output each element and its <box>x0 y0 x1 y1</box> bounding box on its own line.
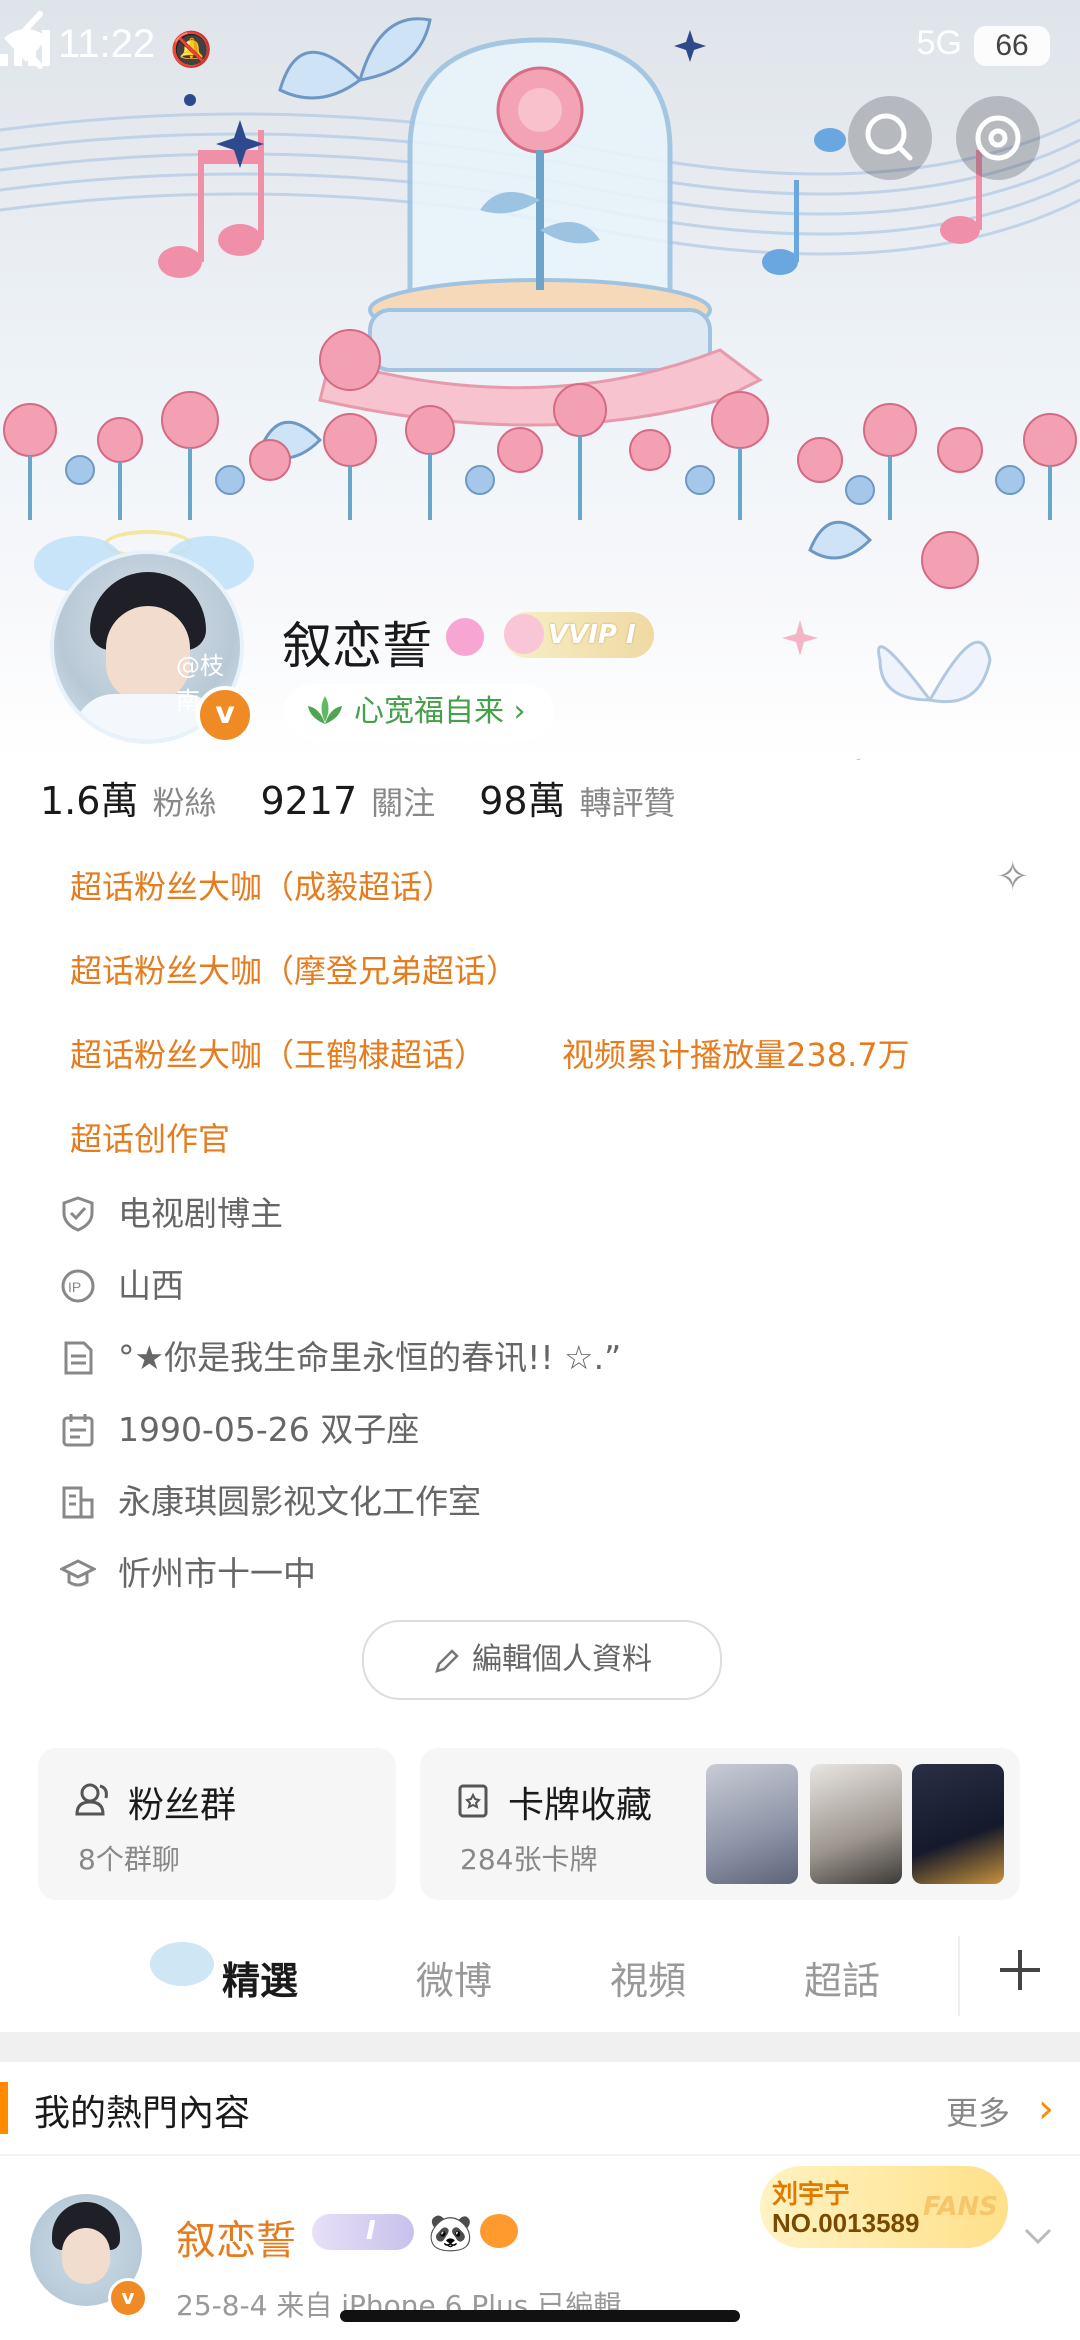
document-icon <box>64 1341 93 1375</box>
tab-divider <box>958 1936 960 2016</box>
pin-icon[interactable] <box>446 618 484 656</box>
ip-icon: IP <box>61 1269 95 1303</box>
search-button[interactable] <box>848 96 932 180</box>
status-time: 11:22 <box>58 22 156 66</box>
tag-modern-brothers-superfan[interactable]: 超话粉丝大咖（摩登兄弟超话） <box>70 946 518 992</box>
tag-wanghedi-superfan[interactable]: 超话粉丝大咖（王鹤棣超话） <box>70 1030 486 1076</box>
tab-featured[interactable]: 精選 <box>222 1950 298 2005</box>
following-stat[interactable]: 9217 關注 <box>260 779 479 823</box>
username: 叙恋誓 <box>282 617 432 675</box>
fan-card-number: NO.0013589 <box>772 2208 920 2238</box>
vip-badge[interactable]: VVIP I <box>504 612 654 658</box>
home-indicator[interactable] <box>340 2310 740 2322</box>
hot-content-title: 我的熱門內容 <box>34 2093 251 2134</box>
followers-stat[interactable]: 1.6萬 粉絲 <box>40 779 260 823</box>
group-icon <box>75 1783 108 1816</box>
pig-icon <box>504 614 544 654</box>
card-collection-title: 卡牌收藏 <box>508 1785 653 1826</box>
chevron-down-icon[interactable] <box>1018 2216 1058 2256</box>
tab-video[interactable]: 視頻 <box>610 1950 686 2005</box>
panda-icon: 🐼 <box>428 2213 473 2254</box>
interactions-count: 98萬 <box>479 779 566 823</box>
settings-button[interactable] <box>956 96 1040 180</box>
hot-content-header: 我的熱門內容 更多 › <box>0 2062 1080 2156</box>
fan-card-name: 刘宇宁 <box>772 2180 851 2210</box>
tag-superchat-creator[interactable]: 超话创作官 <box>70 1114 230 1160</box>
tag-chengyi-superfan[interactable]: 超话粉丝大咖（成毅超话） <box>70 862 454 908</box>
verified-badge-icon: v <box>108 2278 148 2318</box>
vip-badge-label: VVIP I <box>548 620 636 650</box>
chevron-right-icon: › <box>504 694 526 729</box>
fan-group-card[interactable]: 粉丝群 8个群聊 <box>38 1748 396 1900</box>
followers-count: 1.6萬 <box>40 779 139 823</box>
edit-profile-label: 編輯個人資料 <box>472 1642 652 1677</box>
fan-card-label: FANS <box>922 2192 998 2222</box>
tab-supertopic[interactable]: 超話 <box>804 1950 880 2005</box>
info-category-text: 电视剧博主 <box>118 1194 283 1233</box>
fan-group-title: 粉丝群 <box>128 1785 237 1826</box>
shield-icon <box>62 1196 94 1232</box>
mute-bell-icon: 🔕 <box>170 30 213 70</box>
card-collection-count: 284张卡牌 <box>460 1843 598 1876</box>
interactions-label: 轉評贊 <box>579 784 676 822</box>
edit-profile-button[interactable]: 編輯個人資料 <box>362 1620 722 1700</box>
following-count: 9217 <box>260 779 358 823</box>
fan-card-badge[interactable]: 刘宇宁 NO.0013589 FANS <box>760 2166 1008 2248</box>
pencil-icon <box>435 1648 459 1673</box>
tag-video-plays[interactable]: 视频累计播放量238.7万 <box>562 1030 910 1076</box>
back-icon[interactable] <box>0 0 60 80</box>
verified-badge-icon: v <box>196 686 254 744</box>
info-company-text: 永康琪圆影视文化工作室 <box>118 1482 481 1521</box>
accent-bar <box>0 2082 8 2134</box>
graduation-cap-icon <box>60 1559 96 1587</box>
status-bar: 11:22 🔕 5G 66 <box>0 22 1080 82</box>
add-tab-icon[interactable] <box>990 1940 1050 2000</box>
fan-group-count: 8个群聊 <box>78 1843 180 1876</box>
calendar-icon <box>62 1414 94 1447</box>
info-bio-text: °★你是我生命里永恒的春讯!! ☆.” <box>118 1338 622 1377</box>
following-label: 關注 <box>371 784 436 822</box>
svg-text:IP: IP <box>68 1279 81 1295</box>
card-thumb-2[interactable] <box>810 1764 902 1884</box>
more-link[interactable]: 更多 <box>946 2088 1010 2134</box>
sparkle-icon[interactable]: ✧ <box>996 854 1030 900</box>
search-icon <box>865 113 913 161</box>
info-ip-text: 山西 <box>118 1266 184 1305</box>
tab-weibo[interactable]: 微博 <box>416 1950 492 2005</box>
lotus-icon <box>308 696 342 724</box>
tab-decoration-icon <box>150 1942 214 1986</box>
info-birthday-text: 1990-05-26 双子座 <box>118 1410 420 1449</box>
interactions-stat[interactable]: 98萬 轉評贊 <box>479 779 719 823</box>
card-thumb-3[interactable] <box>912 1764 1004 1884</box>
battery-level: 66 <box>974 26 1050 66</box>
info-school-text: 忻州市十一中 <box>118 1554 316 1593</box>
avatar[interactable]: @枝南 v <box>34 530 254 750</box>
profile-stats: 1.6萬 粉絲 9217 關注 98萬 轉評贊 <box>40 770 720 825</box>
followers-label: 粉絲 <box>152 784 217 822</box>
mood-text: 心宽福自来 <box>354 694 504 729</box>
chevron-right-icon[interactable]: › <box>1038 2086 1054 2132</box>
section-divider <box>0 2032 1080 2062</box>
card-collection-icon <box>458 1784 488 1818</box>
card-thumb-1[interactable] <box>706 1764 798 1884</box>
profile-tabs: 精選 微博 視頻 超話 <box>0 1920 1080 2030</box>
mood-status[interactable]: 心宽福自来 › <box>284 684 554 740</box>
fish-badge-icon <box>480 2214 518 2248</box>
gear-icon <box>975 115 1021 161</box>
mini-vip-badge: I <box>312 2214 414 2250</box>
company-icon <box>62 1486 94 1519</box>
mini-vip-label: I <box>366 2216 376 2246</box>
network-type: 5G <box>916 24 962 62</box>
post-author-name[interactable]: 叙恋誓 <box>176 2208 296 2266</box>
